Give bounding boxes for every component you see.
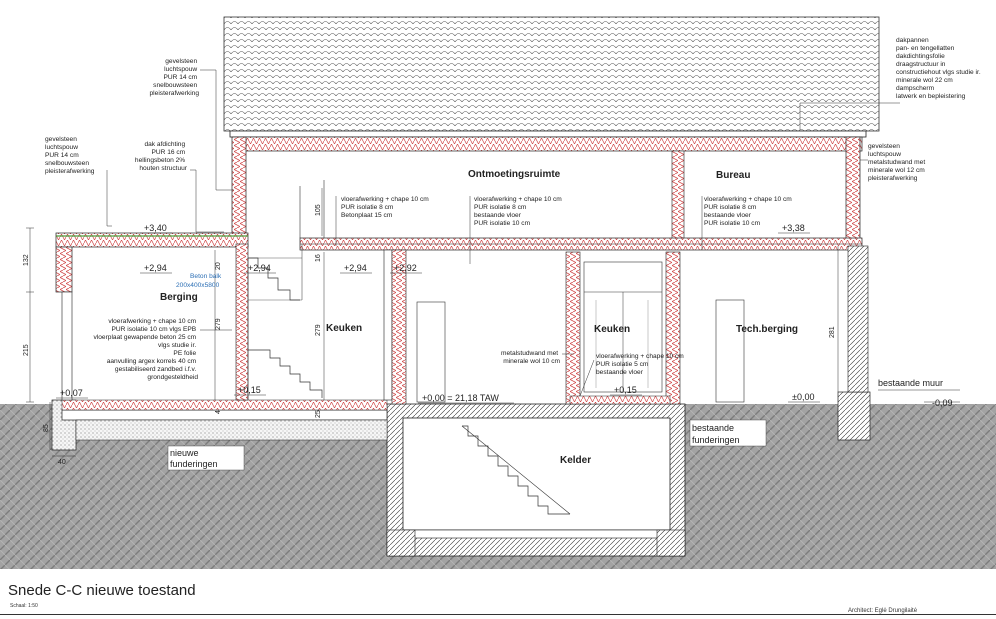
ground-slab bbox=[61, 409, 388, 421]
dim-20: 20 bbox=[215, 262, 222, 270]
roof-insulation bbox=[235, 136, 863, 152]
room-berging: Berging bbox=[160, 292, 198, 303]
room-tech-berging: Tech.berging bbox=[736, 324, 798, 335]
bureau-partition bbox=[671, 150, 685, 245]
dim-279-a: 279 bbox=[215, 318, 222, 330]
level-015-a: +0,15 bbox=[238, 385, 261, 395]
cellar-floor-slab bbox=[402, 529, 671, 539]
level-294-c: +2,94 bbox=[344, 263, 367, 273]
note-roof-left: gevelsteen luchtspouw PUR 14 cm snelbouw… bbox=[150, 58, 200, 97]
roof-tiles bbox=[223, 16, 880, 132]
level-294-b: +2,94 bbox=[248, 263, 271, 273]
note-floor-1: vloerafwerking + chape 10 cm PUR isolati… bbox=[341, 196, 431, 219]
note-ground-floor: vloerafwerking + chape 10 cm PUR isolati… bbox=[94, 318, 199, 381]
dim-25: 25 bbox=[315, 410, 322, 418]
level-000: +0,00 = 21,18 TAW bbox=[422, 393, 499, 403]
level-294-a: +2,94 bbox=[144, 263, 167, 273]
room-keuken-left: Keuken bbox=[326, 323, 362, 334]
dim-40: 40 bbox=[58, 459, 66, 466]
room-kelder: Kelder bbox=[560, 455, 591, 466]
dim-85: 85 bbox=[43, 424, 50, 432]
section-drawing: Ontmoetingsruimte Bureau Berging Keuken … bbox=[0, 16, 996, 569]
door-keuken-left bbox=[416, 301, 446, 403]
note-right-wall: gevelsteen luchtspouw metalstudwand met … bbox=[868, 143, 927, 182]
wall-keuken-right-b bbox=[665, 251, 681, 405]
level-000-right: ±0,00 bbox=[792, 392, 814, 402]
note-flat-roof: dak afdichting PUR 16 cm hellingsbeton 2… bbox=[135, 141, 188, 172]
drawing-scale: Schaal: 1:50 bbox=[10, 603, 38, 609]
dim-4: 4 bbox=[215, 410, 222, 414]
ground-floor-insulation bbox=[61, 399, 388, 411]
wall-stair bbox=[235, 243, 249, 401]
dim-105: 105 bbox=[315, 204, 322, 216]
dim-132: 132 bbox=[23, 254, 30, 266]
dim-215: 215 bbox=[23, 344, 30, 356]
footer-divider bbox=[0, 614, 996, 615]
note-left-wall: gevelsteen luchtspouw PUR 14 cm snelbouw… bbox=[45, 136, 95, 175]
right-foundation bbox=[837, 391, 871, 441]
cellar-foot-right bbox=[656, 529, 686, 557]
level-009: -0,09 bbox=[932, 398, 953, 408]
level-340: +3,40 bbox=[144, 223, 167, 233]
note-metalstud: metalstudwand met minerale wol 10 cm bbox=[501, 350, 561, 365]
wall-keuken-left-a bbox=[383, 249, 393, 401]
flat-roof-insulation bbox=[55, 232, 249, 248]
label-existing-wall: bestaande muur bbox=[878, 378, 943, 388]
note-roof-right: dakpannen pan- en tengellatten dakdichti… bbox=[896, 37, 983, 100]
wall-tech-right bbox=[847, 245, 869, 393]
argex-fill bbox=[75, 419, 388, 441]
level-015-b: +0,15 bbox=[614, 385, 637, 395]
annex-left-wall bbox=[55, 246, 73, 293]
level-007: +0,07 bbox=[60, 388, 83, 398]
dim-281: 281 bbox=[829, 326, 836, 338]
annex-left-wall-lower bbox=[61, 291, 73, 401]
room-ontmoetingsruimte: Ontmoetingsruimte bbox=[468, 169, 561, 180]
door-tech bbox=[715, 299, 745, 403]
level-292: +2,92 bbox=[394, 263, 417, 273]
note-floor-2: vloerafwerking + chape 10 cm PUR isolati… bbox=[474, 196, 564, 227]
drawing-title: Snede C-C nieuwe toestand bbox=[8, 582, 196, 599]
upper-wall-right bbox=[845, 136, 861, 245]
cellar-foot-left bbox=[386, 529, 416, 557]
keuken-floor bbox=[569, 395, 671, 405]
room-bureau: Bureau bbox=[716, 170, 750, 181]
upper-wall-left bbox=[231, 136, 247, 245]
note-beam: Beton balk 200x400x5800 bbox=[176, 273, 223, 289]
dim-16: 16 bbox=[315, 254, 322, 262]
dim-279-b: 279 bbox=[315, 324, 322, 336]
cellar-space bbox=[402, 417, 671, 531]
note-floor-3: vloerafwerking + chape 10 cm PUR isolati… bbox=[704, 196, 794, 227]
wall-keuken-right bbox=[565, 251, 581, 405]
roof-edge bbox=[229, 130, 867, 138]
room-keuken-right: Keuken bbox=[594, 324, 630, 335]
level-338: +3,38 bbox=[782, 223, 805, 233]
